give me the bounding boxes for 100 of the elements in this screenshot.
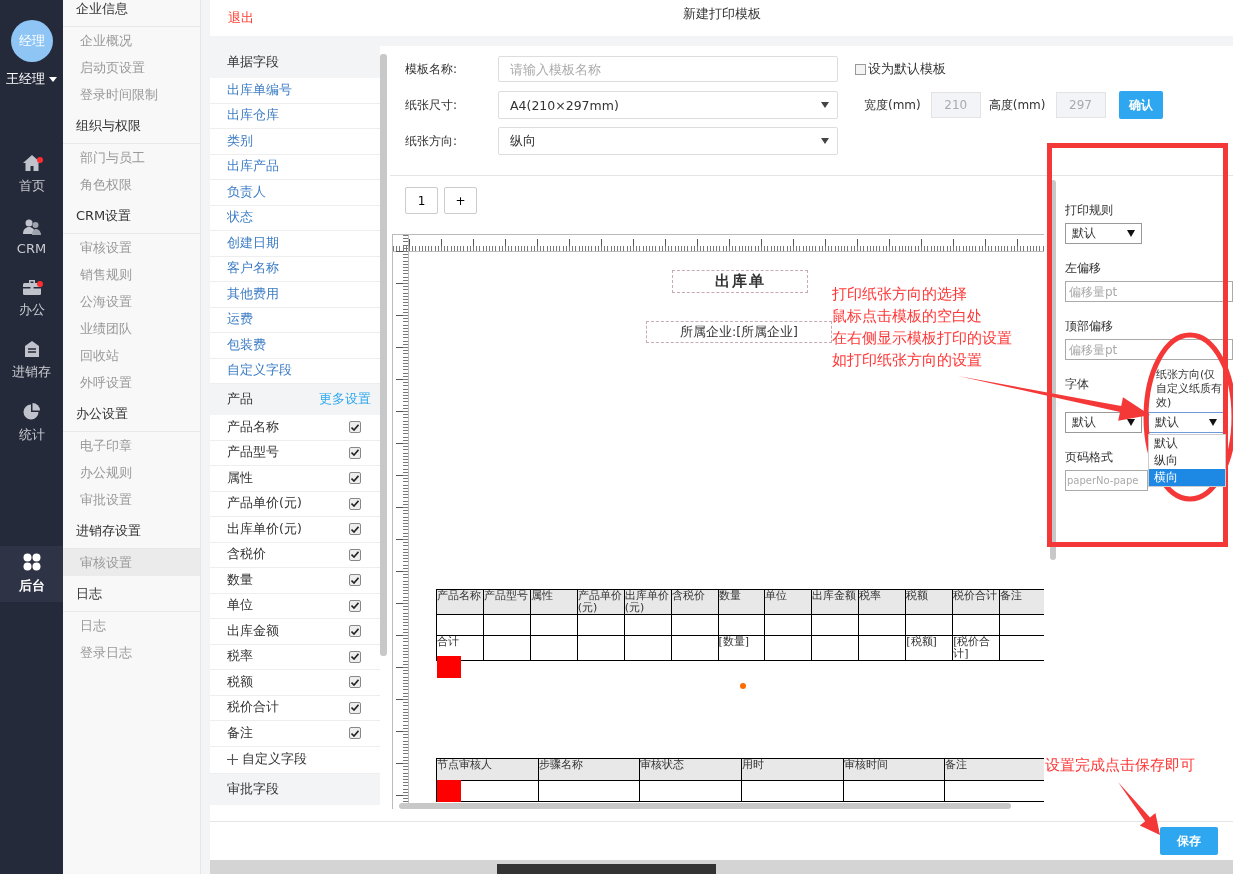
checkbox[interactable] (349, 472, 361, 485)
nav-item[interactable]: 统计 (0, 392, 63, 454)
checkbox[interactable] (349, 446, 361, 459)
menu-item[interactable]: 外呼设置 (63, 369, 200, 396)
field-link[interactable]: 负责人 (227, 183, 266, 201)
checkbox[interactable] (349, 727, 361, 740)
checkbox[interactable] (349, 676, 361, 689)
menu-item[interactable]: 审批设置 (63, 486, 200, 513)
paper-size-select[interactable]: A4(210×297mm) (498, 91, 838, 119)
field-label: 税价合计 (227, 699, 279, 717)
column-header: 备注 (945, 758, 968, 771)
menu-item[interactable]: 公海设置 (63, 288, 200, 315)
nav-item[interactable]: 后台 (0, 546, 63, 602)
page-format-input[interactable]: paperNo-pape (1065, 470, 1148, 491)
menu-item[interactable]: 登录时间限制 (63, 81, 200, 108)
scrollbar[interactable] (1050, 180, 1056, 560)
checkbox[interactable] (349, 574, 361, 587)
page-tab[interactable]: + (444, 187, 477, 214)
field-link[interactable]: 运费 (227, 311, 253, 329)
column-header: 审核时间 (843, 758, 888, 771)
field-link[interactable]: 客户名称 (227, 260, 279, 278)
menu-item[interactable]: 审核设置 (63, 234, 200, 261)
checkbox[interactable] (349, 421, 361, 434)
field-label: 宽度(mm) (864, 96, 921, 114)
orientation-select[interactable]: 纵向 (498, 127, 838, 155)
field-link[interactable]: 出库单编号 (227, 81, 292, 99)
field-link[interactable]: 其他费用 (227, 285, 279, 303)
menu-item[interactable]: 审核设置 (63, 549, 200, 576)
user-menu[interactable]: 王经理 (6, 70, 57, 88)
field-label: 含税价 (227, 546, 266, 564)
product-table[interactable]: 产品名称 产品型号 属性 产品单价(元) 出库单价(元) 含税价 数量 单位 出库金额 税率 税额 税价合计 备注 合计 [数量] [税额] [税价合计] (436, 589, 1044, 661)
column-header: 节点审核人 (437, 758, 492, 771)
left-offset-input[interactable]: 偏移量pt (1065, 281, 1233, 302)
checkbox[interactable] (349, 497, 361, 510)
orientation-select[interactable]: 默认 (1148, 412, 1224, 433)
confirm-button[interactable]: 确认 (1118, 91, 1163, 119)
field-label: 出库单价(元) (227, 520, 302, 538)
field-label: 顶部偏移 (1065, 318, 1113, 335)
checkbox[interactable] (349, 599, 361, 612)
approval-table[interactable]: 节点审核人 步骤名称 审核状态 用时 审核时间 备注 (436, 758, 1044, 802)
scrollbar[interactable] (380, 54, 387, 656)
checkbox[interactable] (855, 63, 866, 75)
checkbox[interactable] (349, 548, 361, 561)
page-tab[interactable]: 1 (405, 187, 438, 214)
field-link[interactable]: 自定义字段 (227, 362, 292, 380)
menu-item[interactable]: 业绩团队 (63, 315, 200, 342)
document-title[interactable]: 出库单 (672, 270, 808, 293)
company-field[interactable]: 所属企业:[所属企业] (646, 321, 832, 343)
exit-link[interactable]: 退出 (228, 9, 254, 27)
nav-item[interactable]: 办公 (0, 268, 63, 330)
print-rule-select[interactable]: 默认 (1065, 223, 1142, 244)
column-header: 用时 (741, 758, 764, 771)
menu-item[interactable]: 办公规则 (63, 459, 200, 486)
checkbox[interactable] (349, 625, 361, 638)
checkbox[interactable] (349, 523, 361, 536)
nav-item[interactable]: CRM (0, 206, 63, 268)
field-link[interactable]: 出库产品 (227, 158, 279, 176)
column-header: 单位 (765, 589, 788, 602)
table-cell: [税额] (906, 635, 937, 648)
scrollbar[interactable] (399, 803, 1011, 809)
menu-item[interactable]: 角色权限 (63, 171, 200, 198)
resize-handle[interactable] (437, 780, 461, 802)
field-link[interactable]: 类别 (227, 132, 253, 150)
resize-handle[interactable] (437, 656, 461, 678)
field-label: 属性 (227, 469, 253, 487)
field-label: 打印规则 (1065, 202, 1113, 219)
field-link[interactable]: 状态 (227, 209, 253, 227)
font-select[interactable]: 默认 (1065, 412, 1142, 433)
menu-item[interactable]: 回收站 (63, 342, 200, 369)
menu-item[interactable]: 电子印章 (63, 432, 200, 459)
checkbox[interactable] (349, 701, 361, 714)
field-link[interactable]: 包装费 (227, 336, 266, 354)
field-link[interactable]: 创建日期 (227, 234, 279, 252)
template-name-input[interactable]: 请输入模板名称 (498, 56, 838, 82)
nav-item[interactable]: 首页 (0, 144, 63, 206)
field-label: 高度(mm) (988, 96, 1046, 114)
checkbox[interactable] (349, 650, 361, 663)
menu-item[interactable]: 登录日志 (63, 639, 200, 666)
field-label: 纸张方向: (405, 132, 459, 150)
four-petal-icon (22, 553, 41, 571)
dropdown-option[interactable]: 横向 (1149, 469, 1225, 486)
menu-item[interactable]: 销售规则 (63, 261, 200, 288)
menu-item[interactable]: 启动页设置 (63, 54, 200, 81)
table-cell: [税价合计] (953, 635, 991, 660)
more-settings-link[interactable]: 更多设置 (319, 391, 371, 408)
dropdown-option[interactable]: 默认 (1149, 435, 1225, 452)
column-header: 步骤名称 (538, 758, 583, 771)
column-header: 含税价 (671, 589, 705, 602)
nav-item[interactable]: 进销存 (0, 330, 63, 392)
column-header: 税额 (906, 589, 929, 602)
field-link[interactable]: 出库仓库 (227, 107, 279, 125)
menu-item[interactable]: 部门与员工 (63, 144, 200, 171)
menu-item[interactable]: 企业概况 (63, 27, 200, 54)
column-header: 审核状态 (640, 758, 685, 771)
menu-item[interactable]: 日志 (63, 612, 200, 639)
caret-icon (1209, 419, 1217, 426)
column-header: 备注 (1000, 589, 1023, 602)
save-button[interactable]: 保存 (1160, 827, 1218, 855)
dropdown-option[interactable]: 纵向 (1149, 452, 1225, 469)
add-field-button[interactable]: 自定义字段 (210, 746, 380, 774)
